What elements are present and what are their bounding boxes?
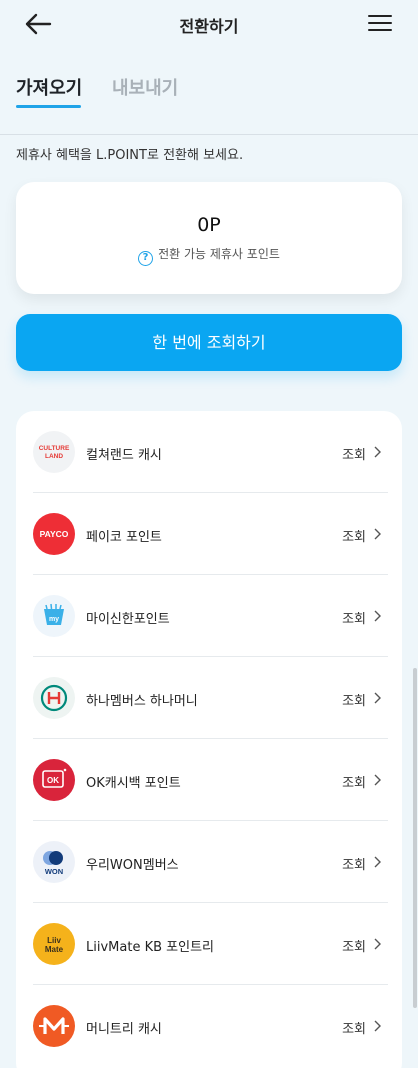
scrollbar[interactable] xyxy=(413,668,417,1008)
point-label: 전환 가능 제휴사 포인트 xyxy=(158,247,280,261)
partner-name: 우리WON멤버스 xyxy=(86,858,179,873)
culture-land-logo-icon: CULTURE LAND xyxy=(33,431,75,473)
point-label-row: ? 전환 가능 제휴사 포인트 xyxy=(16,245,402,266)
query-all-button[interactable]: 한 번에 조회하기 xyxy=(16,314,402,371)
list-item[interactable]: 하나멤버스 하나머니 조회 xyxy=(16,657,402,739)
list-item[interactable]: PAYCO 페이코 포인트 조회 xyxy=(16,493,402,575)
tab-import[interactable]: 가져오기 xyxy=(16,74,82,100)
inquire-label[interactable]: 조회 xyxy=(342,936,366,955)
hana-logo-icon xyxy=(33,677,75,719)
partner-name: 컬쳐랜드 캐시 xyxy=(86,448,162,463)
chevron-right-icon xyxy=(374,1020,381,1032)
question-icon[interactable]: ? xyxy=(138,251,154,266)
svg-text:LAND: LAND xyxy=(45,453,63,460)
list-item[interactable]: my 마이신한포인트 조회 xyxy=(16,575,402,657)
chevron-right-icon xyxy=(374,610,381,622)
inquire-label[interactable]: 조회 xyxy=(342,690,366,709)
inquire-label[interactable]: 조회 xyxy=(342,1018,366,1037)
inquire-label[interactable]: 조회 xyxy=(342,444,366,463)
payco-logo-icon: PAYCO xyxy=(33,513,75,555)
list-item[interactable]: Liiv Mate LiivMate KB 포인트리 조회 xyxy=(16,903,402,985)
svg-text:CULTURE: CULTURE xyxy=(39,445,70,452)
inquire-label[interactable]: 조회 xyxy=(342,526,366,545)
svg-text:Liiv: Liiv xyxy=(47,936,61,945)
list-item[interactable]: CULTURE LAND 컬쳐랜드 캐시 조회 xyxy=(16,411,402,493)
point-summary-card: 0P ? 전환 가능 제휴사 포인트 xyxy=(16,182,402,294)
point-value: 0P xyxy=(197,214,221,236)
tab-bar: 가져오기 내보내기 xyxy=(0,74,418,135)
svg-text:Mate: Mate xyxy=(45,945,64,954)
ok-cashbag-logo-icon: OK xyxy=(33,759,75,801)
chevron-right-icon xyxy=(374,446,381,458)
partner-name: 하나멤버스 하나머니 xyxy=(86,694,198,709)
chevron-right-icon xyxy=(374,692,381,704)
page-title: 전환하기 xyxy=(179,17,239,36)
hamburger-menu-icon[interactable] xyxy=(368,15,392,33)
svg-text:PAYCO: PAYCO xyxy=(40,529,69,539)
chevron-right-icon xyxy=(374,774,381,786)
list-item[interactable]: WON 우리WON멤버스 조회 xyxy=(16,821,402,903)
partner-name: 마이신한포인트 xyxy=(86,612,170,627)
partner-list: CULTURE LAND 컬쳐랜드 캐시 조회 PAYCO 페이코 포인트 조회… xyxy=(16,411,402,1068)
top-bar: 전환하기 xyxy=(0,0,418,48)
active-tab-indicator xyxy=(16,105,81,108)
chevron-right-icon xyxy=(374,528,381,540)
woori-won-logo-icon: WON xyxy=(33,841,75,883)
chevron-right-icon xyxy=(374,938,381,950)
partner-name: LiivMate KB 포인트리 xyxy=(86,940,214,955)
inquire-label[interactable]: 조회 xyxy=(342,772,366,791)
liiv-mate-logo-icon: Liiv Mate xyxy=(33,923,75,965)
partner-name: 페이코 포인트 xyxy=(86,530,162,545)
svg-text:WON: WON xyxy=(45,867,63,876)
tab-export[interactable]: 내보내기 xyxy=(112,74,178,100)
description-text: 제휴사 혜택을 L.POINT로 전환해 보세요. xyxy=(16,148,244,163)
svg-text:my: my xyxy=(49,616,59,623)
chevron-right-icon xyxy=(374,856,381,868)
partner-name: OK캐시백 포인트 xyxy=(86,776,181,791)
list-item[interactable]: 머니트리 캐시 조회 xyxy=(16,985,402,1067)
inquire-label[interactable]: 조회 xyxy=(342,854,366,873)
partner-name: 머니트리 캐시 xyxy=(86,1022,162,1037)
moneytree-logo-icon xyxy=(33,1005,75,1047)
inquire-label[interactable]: 조회 xyxy=(342,608,366,627)
list-item[interactable]: OK OK캐시백 포인트 조회 xyxy=(16,739,402,821)
shinhan-my-logo-icon: my xyxy=(33,595,75,637)
svg-text:OK: OK xyxy=(47,776,59,785)
